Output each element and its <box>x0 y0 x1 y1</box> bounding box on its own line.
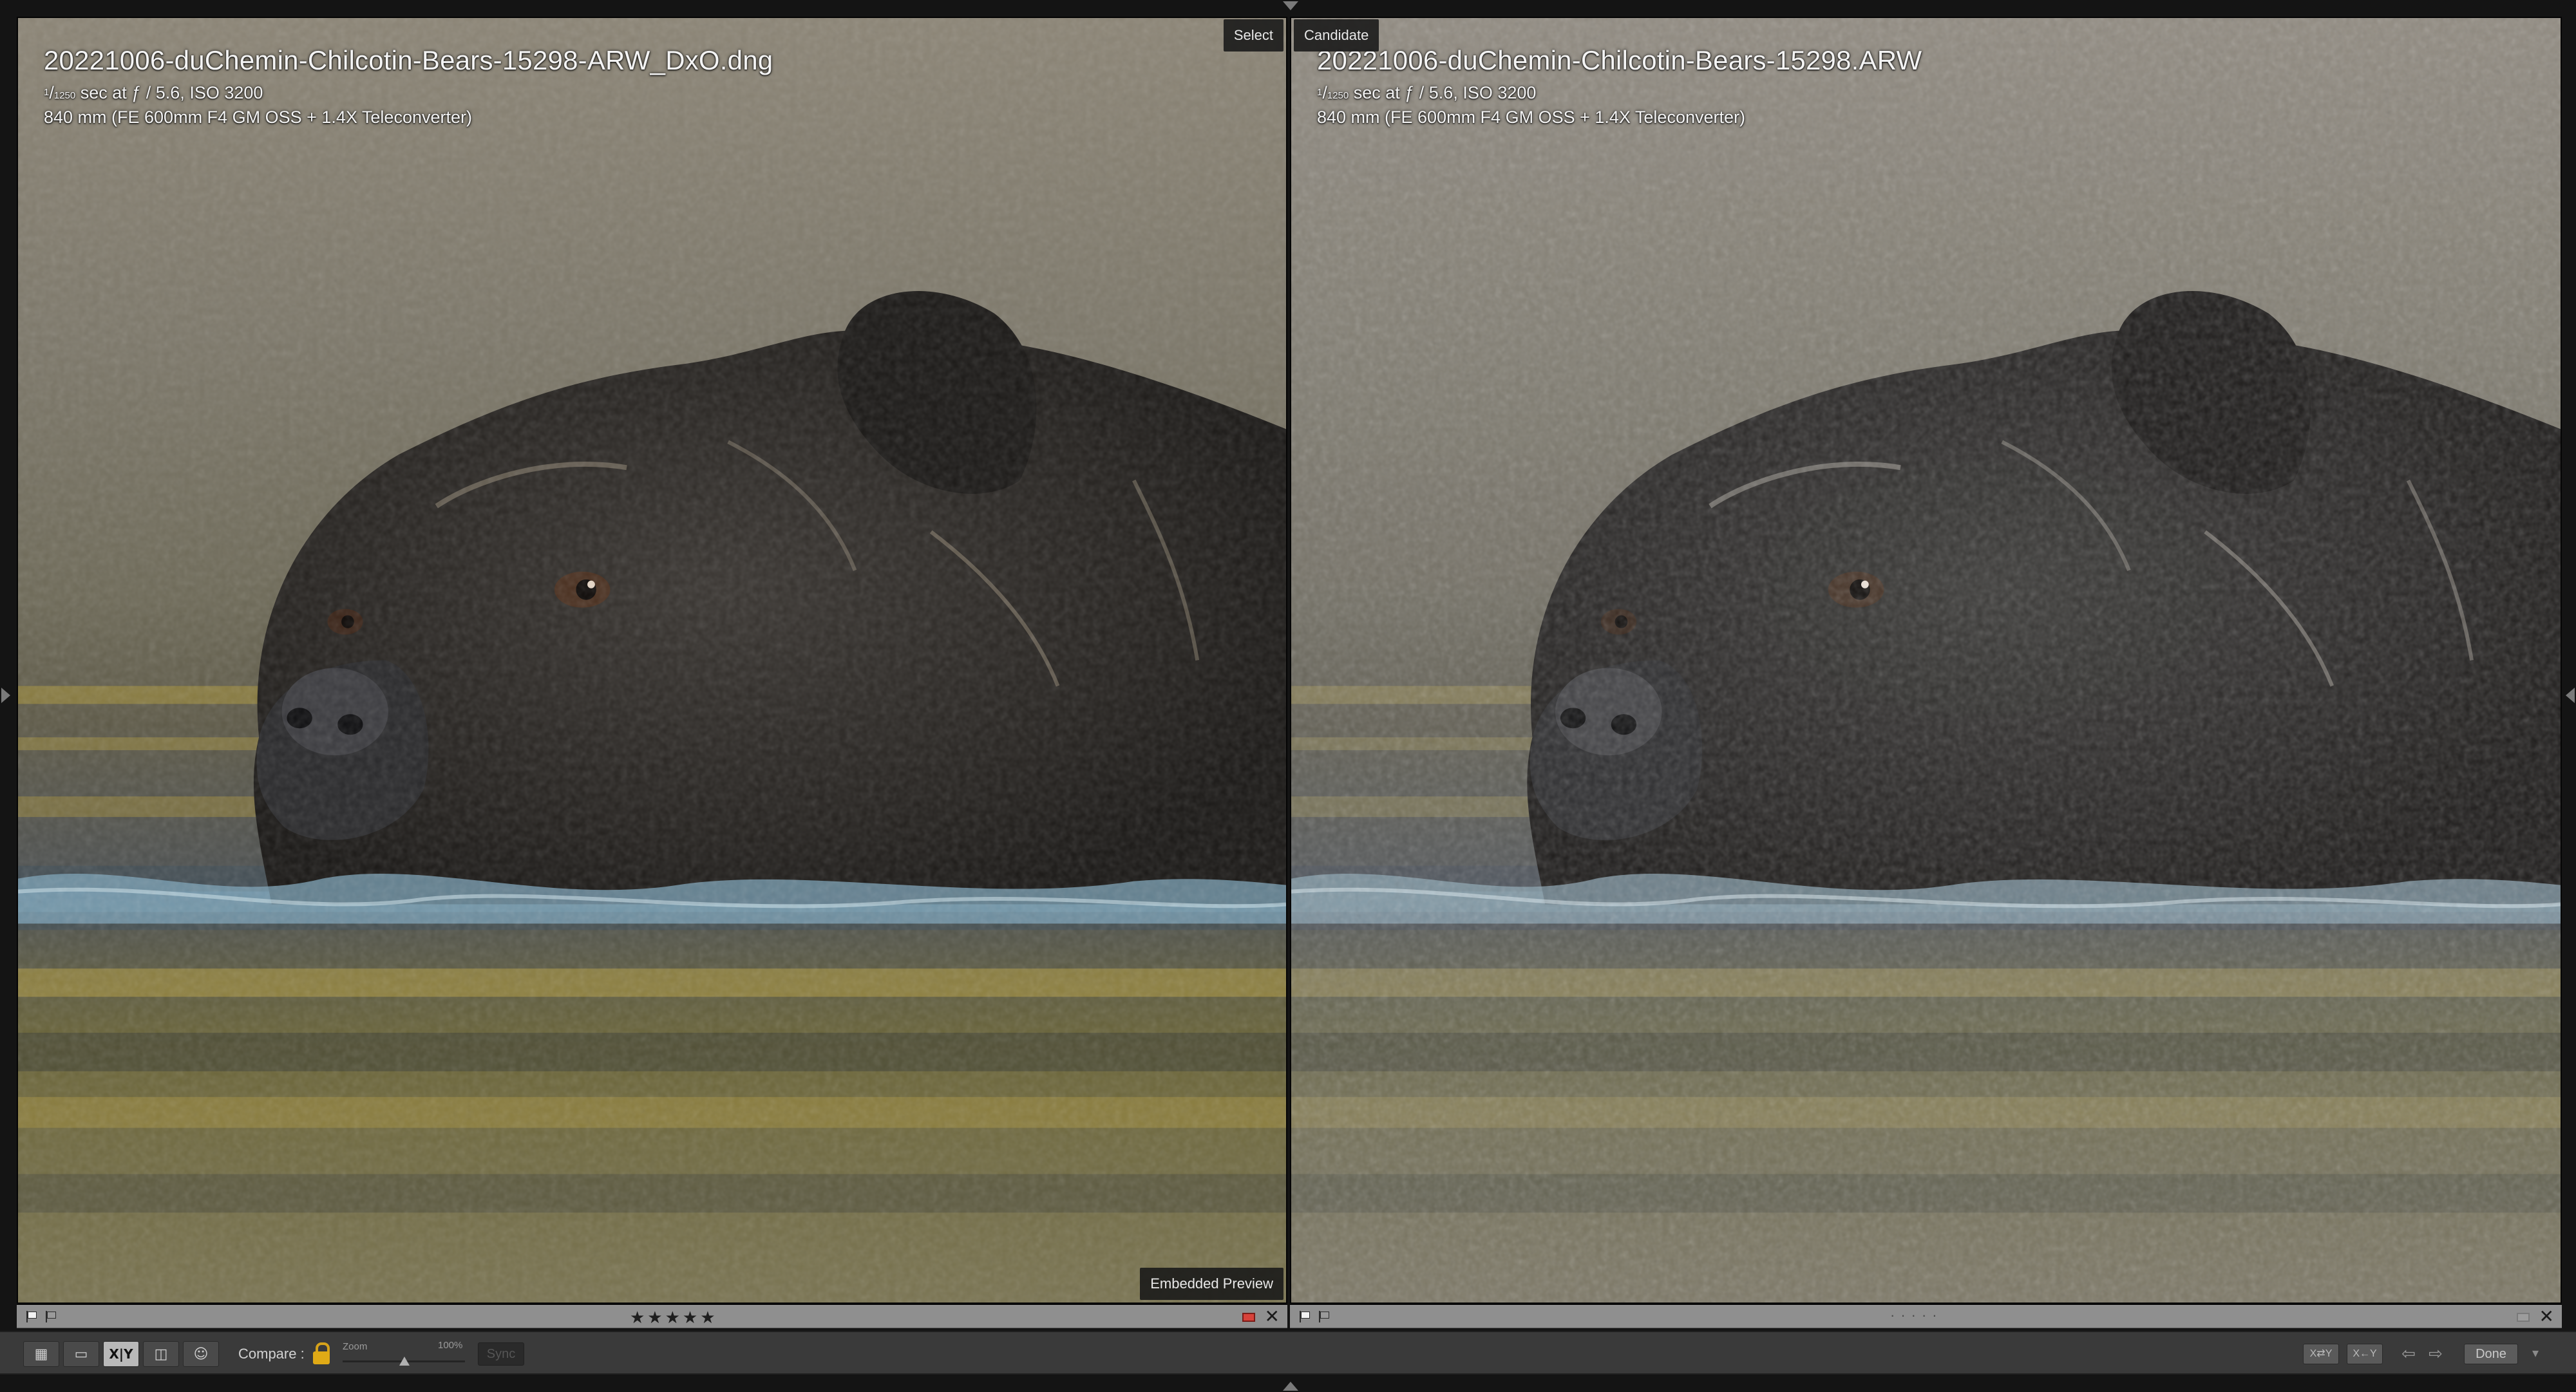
select-pane-info-bar: ★★★★★ ✕ <box>17 1305 1287 1328</box>
flag-group <box>1298 1310 1331 1324</box>
top-panel-toggle-icon[interactable] <box>1283 1 1298 10</box>
exposure-label: 1/1250 sec at ƒ / 5.6, ISO 3200 <box>1317 83 1537 102</box>
exposure-label: 1/1250 sec at ƒ / 5.6, ISO 3200 <box>44 83 263 102</box>
candidate-tag: Candidate <box>1294 19 1379 52</box>
star-rating[interactable]: ····· <box>1890 1307 1943 1324</box>
exposure-details: sec at ƒ / 5.6, ISO 3200 <box>1349 83 1537 102</box>
left-panel-toggle-icon[interactable] <box>1 688 10 703</box>
loupe-view-icon: ▭ <box>74 1346 88 1362</box>
survey-view-icon: ◫ <box>154 1346 168 1362</box>
right-panel-toggle-icon[interactable] <box>2566 688 2575 703</box>
lock-icon[interactable] <box>313 1342 330 1366</box>
grain-overlay <box>18 18 1286 1303</box>
candidate-image-pane[interactable]: 20221006-duChemin-Chilcotin-Bears-15298.… <box>1290 17 2562 1304</box>
survey-view-button[interactable]: ◫ <box>143 1341 179 1367</box>
loupe-view-button[interactable]: ▭ <box>63 1341 99 1367</box>
zoom-label: Zoom <box>343 1341 368 1352</box>
close-icon[interactable]: ✕ <box>1265 1307 1280 1326</box>
star-rating[interactable]: ★★★★★ <box>630 1308 718 1328</box>
shutter-numerator: 1 <box>44 87 50 98</box>
reject-flag-icon[interactable] <box>44 1310 58 1324</box>
color-label-red[interactable] <box>1242 1313 1255 1322</box>
sync-button[interactable]: Sync <box>478 1342 524 1366</box>
grain-overlay <box>1291 18 2561 1303</box>
zoom-slider-thumb[interactable] <box>399 1357 410 1366</box>
grid-view-icon: ▦ <box>34 1346 48 1362</box>
compare-toolbar: ▦ ▭ X|Y ◫ ☺ Compare : Zoom 100% Sync X⇄Y… <box>0 1331 2576 1375</box>
reject-flag-icon[interactable] <box>1317 1310 1331 1324</box>
previous-arrow-icon[interactable]: ⇦ <box>2397 1344 2420 1364</box>
compare-label: Compare : <box>238 1346 305 1362</box>
shutter-denominator: 1250 <box>53 90 76 101</box>
select-tag: Select <box>1223 19 1283 52</box>
lens-label: 840 mm (FE 600mm F4 GM OSS + 1.4X Teleco… <box>44 108 472 127</box>
compare-view-icon: X|Y <box>109 1346 133 1362</box>
color-label-none[interactable] <box>2517 1313 2530 1322</box>
candidate-pane-info-bar: ····· ✕ <box>1290 1305 2562 1328</box>
people-view-button[interactable]: ☺ <box>183 1341 219 1367</box>
make-select-button[interactable]: X←Y <box>2347 1344 2383 1364</box>
people-view-icon: ☺ <box>193 1346 209 1362</box>
filename-label: 20221006-duChemin-Chilcotin-Bears-15298.… <box>1317 45 1922 75</box>
filename-label: 20221006-duChemin-Chilcotin-Bears-15298-… <box>44 45 773 75</box>
exposure-details: sec at ƒ / 5.6, ISO 3200 <box>75 83 263 102</box>
zoom-value: 100% <box>438 1340 463 1351</box>
next-arrow-icon[interactable]: ⇨ <box>2424 1344 2447 1364</box>
toolbar-menu-icon[interactable]: ▾ <box>2532 1345 2539 1361</box>
embedded-preview-badge: Embedded Preview <box>1140 1268 1283 1300</box>
close-icon[interactable]: ✕ <box>2539 1307 2554 1326</box>
flag-icon[interactable] <box>1298 1310 1312 1324</box>
shutter-denominator: 1250 <box>1327 90 1349 101</box>
select-image-pane[interactable]: 20221006-duChemin-Chilcotin-Bears-15298-… <box>17 17 1287 1304</box>
bottom-panel-toggle-icon[interactable] <box>1283 1382 1298 1391</box>
compare-view-button[interactable]: X|Y <box>103 1341 139 1367</box>
grid-view-button[interactable]: ▦ <box>23 1341 59 1367</box>
lens-label: 840 mm (FE 600mm F4 GM OSS + 1.4X Teleco… <box>1317 108 1745 127</box>
flag-group <box>24 1310 58 1324</box>
image-info-overlay: 20221006-duChemin-Chilcotin-Bears-15298.… <box>1317 42 1922 128</box>
shutter-numerator: 1 <box>1317 87 1323 98</box>
swap-button[interactable]: X⇄Y <box>2303 1344 2339 1364</box>
done-button[interactable]: Done <box>2464 1344 2518 1364</box>
image-info-overlay: 20221006-duChemin-Chilcotin-Bears-15298-… <box>44 42 773 128</box>
flag-icon[interactable] <box>24 1310 39 1324</box>
